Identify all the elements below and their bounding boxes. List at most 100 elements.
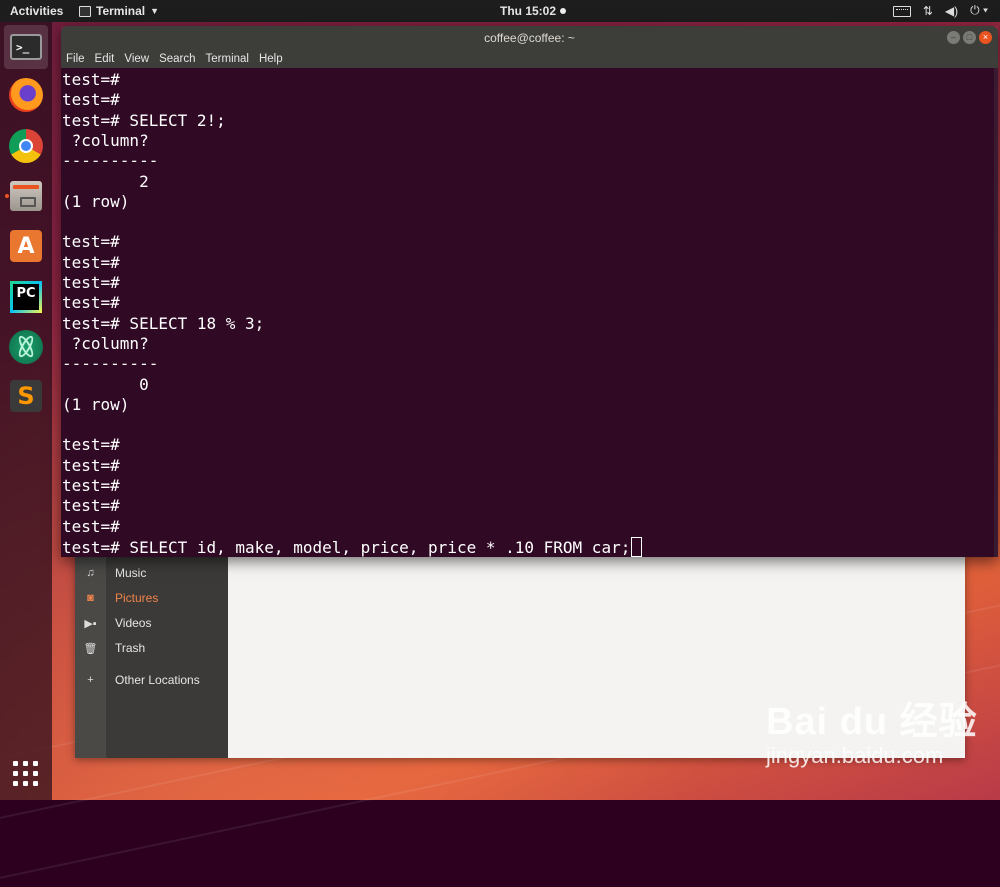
show-applications-button[interactable] [4, 752, 48, 796]
terminal-line: 0 [62, 375, 149, 395]
terminal-line-text: ?column? [62, 130, 159, 150]
terminal-line: test=# [62, 70, 120, 90]
dock: >_ A PC S [0, 22, 52, 800]
terminal-line: test=# [62, 456, 120, 476]
camera-icon: ◙ [87, 592, 94, 604]
terminal-line-text: test=# SELECT id, make, model, price, pr… [62, 537, 631, 557]
minimize-icon[interactable]: – [947, 31, 960, 44]
terminal-line: ---------- [62, 151, 158, 171]
pycharm-icon: PC [10, 281, 42, 313]
terminal-line-text: 0 [62, 374, 149, 394]
firefox-icon [9, 78, 43, 112]
clock-label: Thu 15:02 [500, 4, 557, 18]
music-icon: ♫ [86, 567, 95, 579]
close-icon[interactable]: × [979, 31, 992, 44]
clock[interactable]: Thu 15:02 [500, 4, 567, 18]
terminal-line: test=# SELECT 18 % 3; [62, 314, 264, 334]
top-bar: Activities Terminal ▼ Thu 15:02 ⇅ ◀) ⏻ ▾ [0, 0, 1000, 22]
terminal-line-text: test=# [62, 232, 120, 252]
sidebar-item-music[interactable]: ♫ Music [75, 562, 228, 584]
terminal-line: ?column? [62, 334, 158, 354]
menu-help[interactable]: Help [259, 53, 283, 65]
terminal-line: 2 [62, 172, 149, 192]
sidebar-item-videos[interactable]: ▶▪ Videos [75, 612, 228, 634]
menu-file[interactable]: File [66, 53, 85, 65]
scrollbar[interactable] [994, 68, 998, 557]
keyboard-icon[interactable] [892, 6, 911, 17]
power-icon[interactable]: ⏻ ▾ [970, 3, 988, 18]
dock-pycharm[interactable]: PC [4, 275, 48, 319]
dock-sublime[interactable]: S [4, 374, 48, 418]
maximize-icon[interactable]: □ [963, 31, 976, 44]
sublime-text-icon: S [10, 380, 42, 412]
terminal-line-text: test=# [62, 455, 120, 475]
text-cursor [631, 536, 643, 557]
volume-icon[interactable]: ◀) [945, 4, 958, 18]
sidebar-item-label: Pictures [115, 591, 159, 605]
chrome-icon [9, 129, 43, 163]
dock-terminal[interactable]: >_ [4, 25, 48, 69]
activities-button[interactable]: Activities [10, 4, 63, 18]
terminal-window: coffee@coffee: ~ – □ × File Edit View Se… [61, 26, 998, 557]
sidebar-item-other-locations[interactable]: + Other Locations [75, 669, 228, 691]
plus-icon: + [87, 674, 94, 686]
dock-firefox[interactable] [4, 73, 48, 117]
app-menu-label: Terminal [96, 4, 146, 18]
terminal-line-text: test=# SELECT 18 % 3; [62, 313, 265, 333]
terminal-line-text: ---------- [62, 354, 159, 374]
terminal-line: test=# SELECT id, make, model, price, pr… [62, 536, 643, 557]
watermark-logo: Bai du 经验 [766, 690, 978, 745]
network-icon[interactable]: ⇅ [923, 4, 933, 18]
terminal-line-text: 2 [62, 171, 149, 191]
window-title: coffee@coffee: ~ [484, 31, 575, 45]
dock-ubuntu-software[interactable]: A [4, 224, 48, 268]
sidebar-item-label: Music [115, 566, 147, 580]
menu-edit[interactable]: Edit [95, 53, 115, 65]
terminal-line-text: test=# [62, 516, 120, 536]
terminal-line: (1 row) [62, 395, 129, 415]
terminal-icon [79, 5, 91, 17]
app-grid-icon [13, 761, 39, 787]
files-sidebar: ♫ Music ◙ Pictures ▶▪ Videos 🗑 Trash + O… [75, 556, 228, 758]
terminal-line: ?column? [62, 131, 158, 151]
atom-icon [9, 330, 43, 364]
watermark-logo-text: Bai du 经验 [766, 701, 978, 743]
terminal-line-text: test=# [62, 435, 120, 455]
menu-view[interactable]: View [124, 53, 149, 65]
chevron-down-icon: ▼ [150, 6, 160, 16]
app-menu[interactable]: Terminal ▼ [79, 4, 159, 18]
terminal-line: test=# [62, 253, 120, 273]
terminal-line: test=# [62, 90, 120, 110]
sidebar-item-pictures[interactable]: ◙ Pictures [75, 587, 228, 609]
terminal-line: test=# [62, 293, 120, 313]
dock-atom[interactable] [4, 325, 48, 369]
terminal-line: test=# [62, 273, 120, 293]
running-indicator [5, 194, 9, 198]
terminal-line: ---------- [62, 354, 158, 374]
terminal-line: test=# [62, 476, 120, 496]
terminal-titlebar[interactable]: coffee@coffee: ~ – □ × [61, 26, 998, 50]
terminal-line-text: test=# [62, 252, 120, 272]
menu-terminal[interactable]: Terminal [206, 53, 249, 65]
watermark-url: jingyan.baidu.com [766, 743, 944, 768]
terminal-line-text: ?column? [62, 333, 159, 353]
notification-dot-icon [560, 8, 567, 14]
sidebar-item-label: Trash [115, 641, 146, 655]
files-icon [10, 181, 42, 211]
terminal-line-text: test=# [62, 476, 120, 495]
trash-icon: 🗑 [83, 642, 98, 655]
terminal-output[interactable]: test=# test=# test=# SELECT 2!; ?column? -… [61, 68, 998, 557]
terminal-menubar: File Edit View Search Terminal Help [61, 50, 998, 68]
terminal-line-text: (1 row) [62, 191, 130, 211]
menu-search[interactable]: Search [159, 53, 195, 65]
sidebar-item-label: Other Locations [115, 673, 200, 687]
terminal-line: test=# [62, 496, 120, 516]
sidebar-item-trash[interactable]: 🗑 Trash [75, 637, 228, 659]
baidu-watermark: Bai du 经验 jingyan.baidu.com [766, 690, 978, 769]
terminal-line: test=# [62, 435, 120, 455]
terminal-line-text: ---------- [62, 151, 159, 171]
dock-chrome[interactable] [4, 124, 48, 168]
terminal-line-text: (1 row) [62, 394, 130, 414]
terminal-line-text: test=# [62, 90, 120, 110]
dock-files[interactable] [4, 174, 48, 218]
